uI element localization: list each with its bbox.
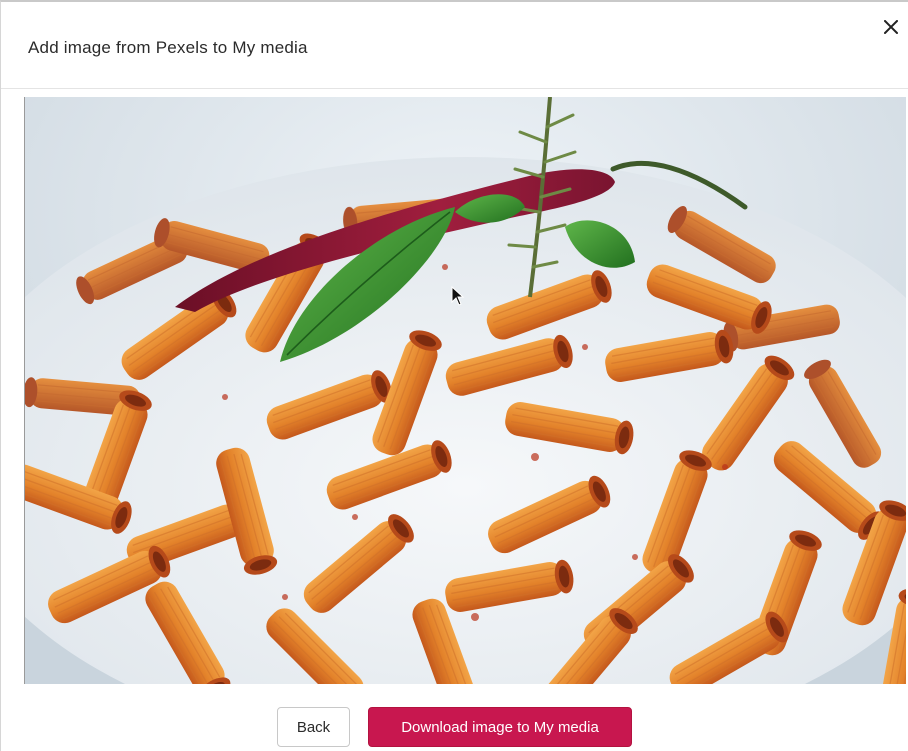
pasta-photo bbox=[25, 97, 906, 684]
download-to-my-media-button[interactable]: Download image to My media bbox=[368, 707, 632, 747]
close-button[interactable] bbox=[878, 14, 904, 40]
close-icon bbox=[884, 20, 898, 34]
image-preview bbox=[24, 97, 906, 684]
dialog-title: Add image from Pexels to My media bbox=[28, 38, 308, 57]
header-divider bbox=[1, 88, 908, 89]
back-button[interactable]: Back bbox=[277, 707, 350, 747]
mouse-cursor-icon bbox=[451, 286, 465, 306]
dialog-footer: Back Download image to My media bbox=[1, 707, 908, 747]
add-image-dialog: Add image from Pexels to My media Back D… bbox=[0, 0, 908, 751]
